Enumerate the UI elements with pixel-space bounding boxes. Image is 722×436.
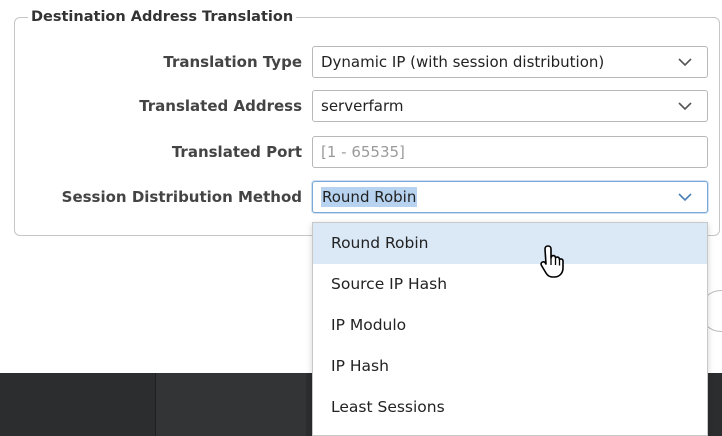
chevron-down-icon [678, 102, 692, 111]
translated-address-value: serverfarm [321, 97, 404, 115]
translation-type-value: Dynamic IP (with session distribution) [321, 53, 605, 71]
translated-port-input[interactable]: [1 - 65535] [312, 136, 708, 168]
translated-port-label: Translated Port [171, 143, 302, 161]
session-distribution-method-dropdown: Round Robin Source IP Hash IP Modulo IP … [312, 222, 708, 436]
dropdown-option-source-ip-hash[interactable]: Source IP Hash [313, 264, 707, 305]
group-legend: Destination Address Translation [28, 6, 297, 28]
hand-pointer-icon [540, 245, 564, 278]
dropdown-option-round-robin[interactable]: Round Robin [313, 223, 707, 264]
session-distribution-method-value: Round Robin [321, 187, 418, 207]
screen: Destination Address Translation Translat… [0, 0, 722, 436]
chevron-down-icon [678, 58, 692, 67]
translated-address-label: Translated Address [139, 97, 302, 115]
translated-address-select[interactable]: serverfarm [312, 90, 708, 122]
translated-port-placeholder: [1 - 65535] [321, 143, 405, 161]
dropdown-option-least-sessions[interactable]: Least Sessions [313, 387, 707, 428]
dropdown-option-ip-modulo[interactable]: IP Modulo [313, 305, 707, 346]
dropdown-option-ip-hash[interactable]: IP Hash [313, 346, 707, 387]
session-distribution-method-label: Session Distribution Method [61, 188, 302, 206]
chevron-down-icon [678, 193, 692, 202]
toolbar-segment [155, 373, 306, 436]
translation-type-label: Translation Type [163, 53, 302, 71]
translation-type-select[interactable]: Dynamic IP (with session distribution) [312, 46, 708, 78]
session-distribution-method-select[interactable]: Round Robin [312, 181, 708, 213]
